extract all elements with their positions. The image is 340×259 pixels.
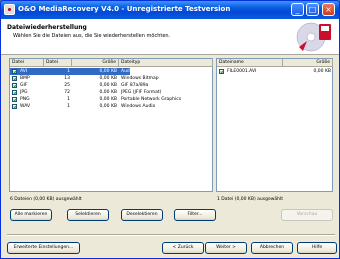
select-all-button[interactable]: Alle markieren — [10, 209, 52, 221]
detail-file-name: FILE0001.AVI — [227, 69, 257, 74]
row-checkbox[interactable] — [12, 97, 17, 102]
table-row[interactable]: AVI 1 0,00 KB Audio Video Interleave File — [10, 68, 213, 75]
file-size: 0,00 KB — [99, 104, 118, 109]
file-count: 1 — [67, 104, 70, 109]
title-bar[interactable]: O&O MediaRecovery V4.0 - Unregistrierte … — [1, 1, 339, 19]
page-title: Dateiwiederherstellung — [7, 24, 87, 31]
file-type-desc: GIF 87a/89a — [121, 83, 149, 88]
cancel-button[interactable]: Abbrechen — [251, 242, 293, 254]
file-size: 0,00 KB — [99, 97, 118, 102]
file-count: 1 — [67, 69, 70, 74]
file-type-desc: Portable Network Graphics — [121, 97, 182, 102]
maximize-button[interactable]: □ — [306, 3, 319, 16]
advanced-settings-button[interactable]: Erweiterte Einstellungen... — [7, 242, 80, 254]
help-button[interactable]: Hilfe — [297, 242, 337, 254]
media-recovery-logo — [296, 22, 331, 52]
filter-button[interactable]: Filter... — [174, 209, 216, 221]
row-checkbox[interactable] — [12, 90, 17, 95]
file-detail-list[interactable]: Dateiname Größe FILE0001.AVI 0,00 KB — [216, 58, 333, 192]
file-type-list[interactable]: Datei Datei Größe Dateityp AVI 1 0,00 KB Au… — [9, 58, 213, 192]
file-type-name: JPG — [20, 90, 28, 95]
file-count: 25 — [64, 83, 70, 88]
file-type-desc: Windows Audio — [121, 104, 156, 109]
window-title: O&O MediaRecovery V4.0 - Unregistrierte … — [18, 5, 231, 13]
detail-file-size: 0,00 KB — [313, 69, 332, 74]
file-count: 72 — [64, 90, 70, 95]
main-window: O&O MediaRecovery V4.0 - Unregistrierte … — [0, 0, 340, 259]
file-size: 0,00 KB — [99, 69, 118, 74]
row-checkbox[interactable] — [12, 104, 17, 109]
column-header-size[interactable]: Größe — [72, 59, 119, 67]
table-row[interactable]: GIF 25 0,00 KB GIF 87a/89a — [10, 82, 213, 89]
wizard-header: Dateiwiederherstellung Wählen Sie die Da… — [1, 19, 339, 55]
close-button[interactable]: × — [322, 3, 335, 16]
file-type-desc: Audio Video Interleave File — [121, 69, 181, 74]
next-button[interactable]: Weiter > — [205, 242, 247, 254]
deselect-button[interactable]: Deselektieren — [121, 209, 163, 221]
file-size: 0,00 KB — [99, 83, 118, 88]
file-type-name: WAV — [20, 104, 31, 109]
file-count: 13 — [64, 76, 70, 81]
minimize-button[interactable]: _ — [291, 3, 304, 16]
preview-button[interactable]: Vorschau — [281, 209, 333, 221]
row-checkbox[interactable] — [12, 69, 17, 74]
file-size: 0,00 KB — [99, 76, 118, 81]
row-checkbox[interactable] — [12, 83, 17, 88]
file-size: 0,00 KB — [99, 90, 118, 95]
status-left: 6 Dateien (0,00 KB) ausgewählt — [10, 197, 82, 202]
column-header-type[interactable]: Dateityp — [119, 59, 213, 67]
file-type-desc: Windows Bitmap — [121, 76, 159, 81]
table-row[interactable]: WAV 1 0,00 KB Windows Audio — [10, 103, 213, 110]
column-header-filesize[interactable]: Größe — [283, 59, 333, 67]
table-row[interactable]: BMP 13 0,00 KB Windows Bitmap — [10, 75, 213, 82]
select-button[interactable]: Selektieren — [67, 209, 109, 221]
column-header-file[interactable]: Datei — [10, 59, 44, 67]
table-row[interactable]: PNG 1 0,00 KB Portable Network Graphics — [10, 96, 213, 103]
file-type-name: AVI — [20, 69, 28, 74]
app-icon — [4, 4, 15, 15]
back-button[interactable]: < Zurück — [162, 242, 204, 254]
file-type-desc: JPEG (JFIF Format) — [121, 90, 162, 95]
table-row[interactable]: JPG 72 0,00 KB JPEG (JFIF Format) — [10, 89, 213, 96]
column-header-count[interactable]: Datei — [44, 59, 72, 67]
status-right: 1 Datei (0,00 KB) ausgewählt — [217, 197, 284, 202]
file-type-name: PNG — [20, 97, 30, 102]
column-header-filename[interactable]: Dateiname — [217, 59, 283, 67]
file-type-name: BMP — [20, 76, 30, 81]
footer-separator — [7, 234, 335, 236]
row-checkbox[interactable] — [12, 76, 17, 81]
row-checkbox[interactable] — [219, 69, 224, 74]
file-count: 1 — [67, 97, 70, 102]
file-type-name: GIF — [20, 83, 28, 88]
page-subtitle: Wählen Sie die Dateien aus, die Sie wied… — [13, 33, 171, 39]
table-row[interactable]: FILE0001.AVI 0,00 KB — [217, 68, 333, 75]
